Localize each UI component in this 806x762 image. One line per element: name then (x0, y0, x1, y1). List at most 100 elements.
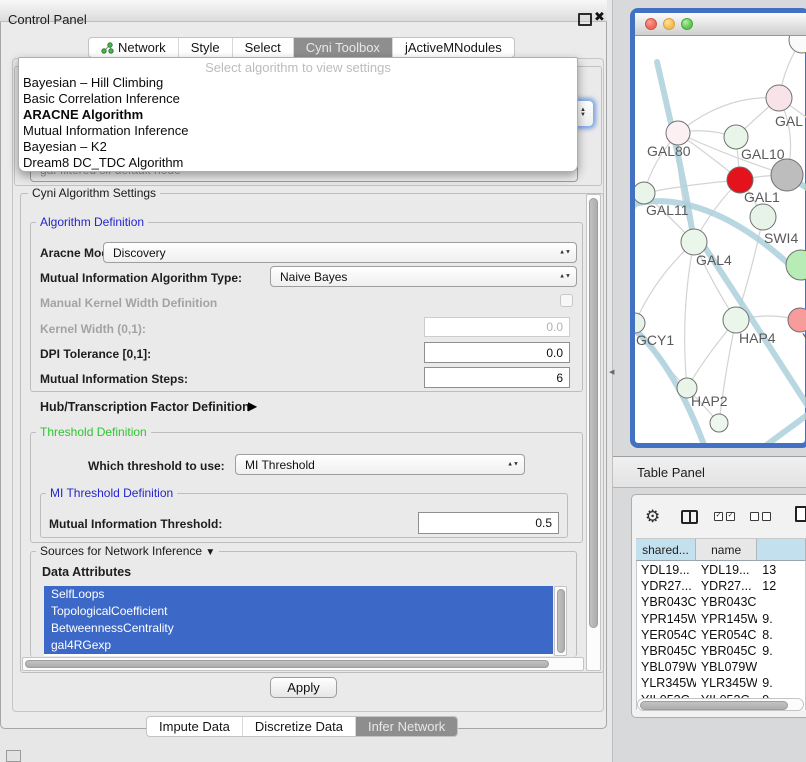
column-header[interactable] (757, 539, 806, 561)
tab-label: Cyni Toolbox (306, 40, 380, 55)
dropdown-item[interactable]: Dream8 DC_TDC Algorithm (19, 155, 577, 171)
deselect-all-checkboxes-icon[interactable] (750, 512, 771, 521)
network-icon (101, 42, 114, 54)
attribute-item[interactable]: BetweennessCentrality (44, 620, 553, 637)
network-node-label: HAP2 (691, 393, 728, 409)
table-horizontal-scrollbar[interactable] (637, 698, 804, 711)
table-panel-title: Table Panel (637, 465, 705, 480)
settings-horizontal-scrollbar[interactable] (22, 657, 584, 671)
dropdown-item[interactable]: Bayesian – Hill Climbing (19, 75, 577, 91)
tab-style[interactable]: Style (179, 38, 233, 57)
table-cell: YER054C (696, 628, 757, 642)
network-node-gal-partial[interactable] (766, 85, 792, 111)
network-node-gal11[interactable] (635, 182, 655, 204)
attribute-item[interactable]: gal4RGexp (44, 637, 553, 654)
table-row[interactable]: YBR043CYBR043C (636, 594, 806, 610)
network-node-y-partial[interactable] (788, 308, 806, 332)
apply-button[interactable]: Apply (270, 677, 337, 698)
table-row[interactable]: YDR27...YDR27...12 (636, 578, 806, 594)
table-row[interactable]: YDL19...YDL19...13 (636, 562, 806, 578)
table-row[interactable]: YPR145WYPR145W9. (636, 611, 806, 627)
gear-icon[interactable]: ⚙ (645, 507, 660, 527)
attributes-vertical-scrollbar[interactable] (554, 586, 567, 656)
network-node-label: HAP4 (739, 330, 776, 346)
table-cell: 9. (757, 612, 806, 626)
which-threshold-label: Which threshold to use: (88, 459, 225, 473)
subtab-infer-network[interactable]: Infer Network (356, 717, 457, 736)
table-row[interactable]: YLR345WYLR345W9. (636, 675, 806, 691)
network-node-label: SWI4 (764, 230, 798, 246)
dropdown-item[interactable]: Bayesian – K2 (19, 139, 577, 155)
table-row[interactable]: YER054CYER054C8. (636, 627, 806, 643)
table-cell: YBL079W (696, 660, 757, 674)
tab-label: jActiveMNodules (405, 40, 502, 55)
data-attributes-list[interactable]: SelfLoopsTopologicalCoefficientBetweenne… (44, 586, 553, 656)
table-header-row: shared...name (636, 539, 806, 561)
kernel-width-field[interactable]: 0.0 (424, 317, 570, 337)
subtab-impute-data[interactable]: Impute Data (147, 717, 243, 736)
minimize-window-icon[interactable] (663, 18, 675, 30)
hub-expand-arrow-icon[interactable]: ▶ (248, 399, 257, 413)
settings-vertical-scrollbar[interactable] (586, 194, 601, 671)
subtab-label: Discretize Data (255, 719, 343, 734)
network-node-label: GCY1 (636, 332, 674, 348)
table-cell: 9. (757, 644, 806, 658)
tab-select[interactable]: Select (233, 38, 294, 57)
mi-algorithm-type-combobox[interactable]: Naive Bayes ▲▼ (270, 266, 577, 287)
split-pane-handle-icon[interactable]: ◀ (609, 368, 614, 376)
subtab-discretize-data[interactable]: Discretize Data (243, 717, 356, 736)
mi-threshold-field[interactable]: 0.5 (418, 512, 559, 534)
attribute-item[interactable]: SelfLoops (44, 586, 553, 603)
collapsed-panel-icon[interactable] (6, 750, 21, 762)
float-panel-icon[interactable] (578, 13, 592, 26)
network-node-gcy1[interactable] (635, 313, 645, 333)
dropdown-item[interactable]: ARACNE Algorithm (19, 107, 577, 123)
column-header[interactable]: name (696, 539, 758, 561)
column-header[interactable]: shared... (636, 539, 696, 561)
mi-steps-field[interactable]: 6 (424, 367, 570, 388)
threshold-definition-legend: Threshold Definition (36, 425, 151, 439)
network-node-label: GAL11 (646, 202, 689, 218)
network-node-mid-green[interactable] (750, 204, 776, 230)
which-threshold-value: MI Threshold (245, 458, 315, 472)
aracne-mode-combobox[interactable]: Discovery ▲▼ (103, 242, 577, 263)
network-node-gal80[interactable] (666, 121, 690, 145)
subtab-label: Impute Data (159, 719, 230, 734)
mi-threshold-label: Mutual Information Threshold: (49, 517, 222, 531)
table-row[interactable]: YBL079WYBL079W (636, 659, 806, 675)
dropdown-items: Bayesian – Hill ClimbingBasic Correlatio… (19, 75, 577, 171)
table-row[interactable]: YBR045CYBR045C9. (636, 643, 806, 659)
file-icon[interactable] (795, 506, 806, 522)
tab-label: Style (191, 40, 220, 55)
dropdown-item[interactable]: Mutual Information Inference (19, 123, 577, 139)
select-all-checkboxes-icon[interactable]: ✓✓ (714, 512, 735, 521)
sources-legend: Sources for Network Inference ▼ (36, 544, 219, 558)
attribute-item[interactable]: TopologicalCoefficient (44, 603, 553, 620)
tab-network[interactable]: Network (89, 38, 179, 57)
network-edge (685, 242, 694, 388)
network-node-label: GAL1 (744, 189, 780, 205)
manual-kernel-width-checkbox[interactable] (560, 294, 573, 307)
dpi-tolerance-field[interactable]: 0.0 (424, 342, 570, 363)
network-node-label: GAL10 (741, 146, 785, 162)
close-window-icon[interactable] (645, 18, 657, 30)
network-node-gray-node[interactable] (771, 159, 803, 191)
network-node-swi4[interactable] (786, 250, 806, 280)
tab-cyni-toolbox[interactable]: Cyni Toolbox (294, 38, 393, 57)
network-node-top-partial[interactable] (789, 36, 806, 53)
settings-legend: Cyni Algorithm Settings (28, 186, 160, 200)
sources-collapse-arrow-icon[interactable]: ▼ (205, 547, 215, 558)
zoom-window-icon[interactable] (681, 18, 693, 30)
which-threshold-combobox[interactable]: MI Threshold ▲▼ (235, 454, 525, 475)
network-node-bottom-partial[interactable] (710, 414, 728, 432)
control-panel-titlebar[interactable] (0, 0, 607, 22)
table-cell: YDL19... (696, 563, 757, 577)
dropdown-item[interactable]: Basic Correlation Inference (19, 91, 577, 107)
table-cell: YBR043C (636, 595, 696, 609)
table-body[interactable]: YDL19...YDL19...13YDR27...YDR27...12YBR0… (636, 562, 806, 698)
columns-icon[interactable] (681, 510, 698, 524)
network-canvas[interactable]: GALGAL80GAL10GAL1GAL11GAL4SWI4GCY1HAP4YH… (635, 36, 806, 443)
tab-jactivemnodules[interactable]: jActiveMNodules (393, 38, 514, 57)
close-panel-icon[interactable]: ✖ (594, 9, 605, 25)
table-cell: YBR045C (696, 644, 757, 658)
